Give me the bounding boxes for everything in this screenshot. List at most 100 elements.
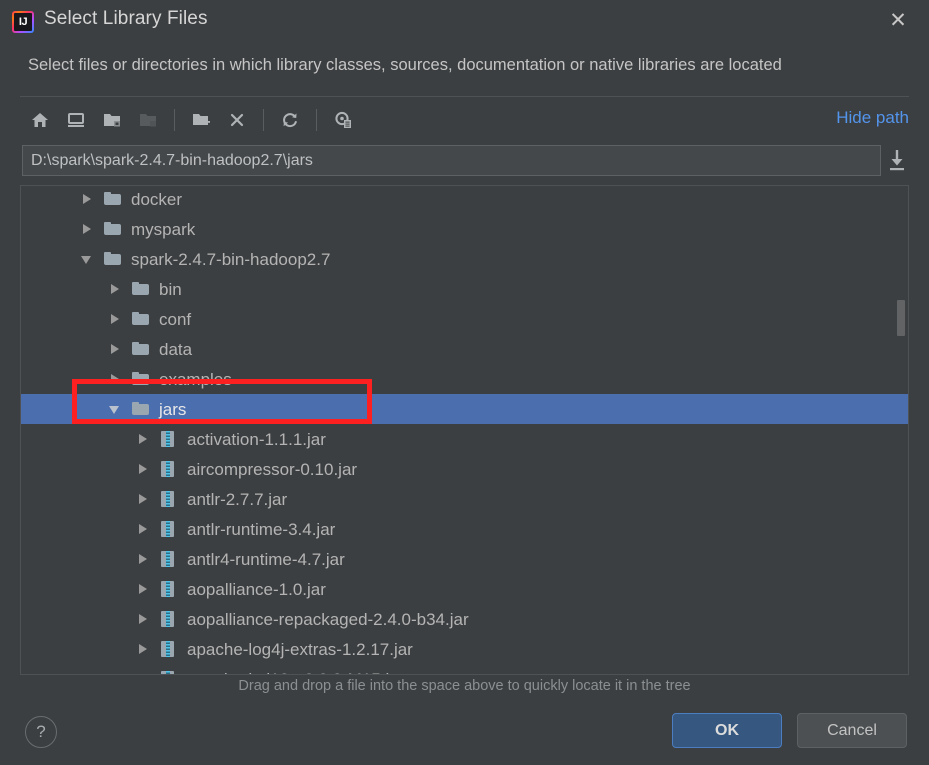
new-folder-icon[interactable] [183, 103, 219, 137]
jar-file-icon [159, 580, 179, 598]
chevron-right-icon[interactable] [135, 461, 151, 477]
tree-node-label: jars [159, 399, 187, 419]
tree-row[interactable]: aopalliance-repackaged-2.4.0-b34.jar [21, 604, 908, 634]
folder-icon [131, 400, 151, 418]
download-icon[interactable] [885, 148, 909, 174]
chevron-right-icon[interactable] [135, 611, 151, 627]
tree-node-label: antlr-runtime-3.4.jar [187, 519, 336, 539]
dialog-title: Select Library Files [44, 8, 208, 29]
tree-row[interactable]: apacheds-i18n-2.0.0-M15.jar [21, 664, 908, 675]
tree-node-label: bin [159, 279, 182, 299]
show-hidden-files-icon[interactable] [325, 103, 361, 137]
tree-row[interactable]: conf [21, 304, 908, 334]
hide-path-link[interactable]: Hide path [836, 108, 909, 128]
folder-icon [103, 190, 123, 208]
file-tree: docker myspark spark-2.4.7-bin-hadoop2.7 bi… [21, 186, 908, 675]
dialog-description: Select files or directories in which lib… [28, 56, 782, 74]
tree-row[interactable]: docker [21, 186, 908, 214]
toolbar-separator [174, 109, 175, 131]
chevron-right-icon[interactable] [135, 641, 151, 657]
tree-node-label: aircompressor-0.10.jar [187, 459, 358, 479]
cancel-button[interactable]: Cancel [797, 713, 907, 748]
delete-icon[interactable] [219, 103, 255, 137]
tree-node-label: activation-1.1.1.jar [187, 429, 326, 449]
chevron-right-icon[interactable] [79, 191, 95, 207]
folder-icon [131, 280, 151, 298]
tree-row[interactable]: aircompressor-0.10.jar [21, 454, 908, 484]
tree-node-label: antlr4-runtime-4.7.jar [187, 549, 345, 569]
jar-file-icon [159, 430, 179, 448]
chevron-down-icon[interactable] [79, 251, 95, 267]
chevron-right-icon[interactable] [107, 281, 123, 297]
tree-row[interactable]: antlr4-runtime-4.7.jar [21, 544, 908, 574]
help-icon[interactable]: ? [25, 716, 57, 748]
chevron-right-icon[interactable] [107, 371, 123, 387]
tree-node-label: aopalliance-1.0.jar [187, 579, 326, 599]
tree-row[interactable]: aopalliance-1.0.jar [21, 574, 908, 604]
chevron-right-icon[interactable] [135, 521, 151, 537]
tree-node-label: data [159, 339, 193, 359]
app-icon-label: IJ [14, 13, 32, 31]
folder-icon [131, 370, 151, 388]
tree-vertical-scrollbar[interactable] [894, 187, 907, 674]
desktop-icon[interactable] [58, 103, 94, 137]
tree-node-label: conf [159, 309, 192, 329]
jar-file-icon [159, 460, 179, 478]
tree-row[interactable]: bin [21, 274, 908, 304]
intellij-idea-logo-icon: IJ [12, 11, 34, 33]
tree-row[interactable]: apache-log4j-extras-1.2.17.jar [21, 634, 908, 664]
refresh-icon[interactable] [272, 103, 308, 137]
tree-row[interactable]: antlr-2.7.7.jar [21, 484, 908, 514]
tree-row[interactable]: jars [21, 394, 908, 424]
scrollbar-thumb[interactable] [897, 300, 905, 336]
tree-node-label: apacheds-i18n-2.0.0-M15.jar [187, 671, 404, 675]
ok-button[interactable]: OK [672, 713, 782, 748]
jar-file-icon [159, 610, 179, 628]
jar-file-icon [159, 670, 179, 674]
home-icon[interactable] [22, 103, 58, 137]
toolbar-separator [316, 109, 317, 131]
divider [20, 96, 909, 97]
module-folder-icon [130, 103, 166, 137]
folder-icon [131, 340, 151, 358]
tree-node-label: docker [131, 189, 183, 209]
dialog-titlebar: IJ Select Library Files ✕ [0, 0, 929, 42]
jar-file-icon [159, 640, 179, 658]
tree-node-label: aopalliance-repackaged-2.4.0-b34.jar [187, 609, 469, 629]
chevron-right-icon[interactable] [135, 671, 151, 674]
close-icon[interactable]: ✕ [881, 6, 915, 36]
path-bar [22, 145, 909, 177]
chevron-down-icon[interactable] [107, 401, 123, 417]
file-tree-panel[interactable]: docker myspark spark-2.4.7-bin-hadoop2.7 bi… [20, 185, 909, 675]
project-folder-icon[interactable] [94, 103, 130, 137]
tree-row[interactable]: myspark [21, 214, 908, 244]
chevron-right-icon[interactable] [107, 311, 123, 327]
toolbar-separator [263, 109, 264, 131]
chevron-right-icon[interactable] [135, 491, 151, 507]
tree-row[interactable]: antlr-runtime-3.4.jar [21, 514, 908, 544]
tree-row[interactable]: spark-2.4.7-bin-hadoop2.7 [21, 244, 908, 274]
tree-node-label: myspark [131, 219, 196, 239]
folder-icon [103, 250, 123, 268]
chevron-right-icon[interactable] [79, 221, 95, 237]
chevron-right-icon[interactable] [135, 581, 151, 597]
jar-file-icon [159, 520, 179, 538]
drag-drop-hint: Drag and drop a file into the space abov… [238, 678, 691, 694]
tree-row[interactable]: examples [21, 364, 908, 394]
path-input[interactable] [22, 145, 881, 176]
folder-icon [131, 310, 151, 328]
chevron-right-icon[interactable] [135, 551, 151, 567]
tree-node-label: examples [159, 369, 232, 389]
jar-file-icon [159, 490, 179, 508]
tree-node-label: antlr-2.7.7.jar [187, 489, 288, 509]
jar-file-icon [159, 550, 179, 568]
chevron-right-icon[interactable] [107, 341, 123, 357]
tree-node-label: apache-log4j-extras-1.2.17.jar [187, 639, 413, 659]
tree-row[interactable]: activation-1.1.1.jar [21, 424, 908, 454]
file-chooser-toolbar [22, 102, 361, 138]
tree-node-label: spark-2.4.7-bin-hadoop2.7 [131, 249, 331, 269]
tree-row[interactable]: data [21, 334, 908, 364]
chevron-right-icon[interactable] [135, 431, 151, 447]
select-library-files-dialog: IJ Select Library Files ✕ Select files o… [0, 0, 929, 765]
folder-icon [103, 220, 123, 238]
